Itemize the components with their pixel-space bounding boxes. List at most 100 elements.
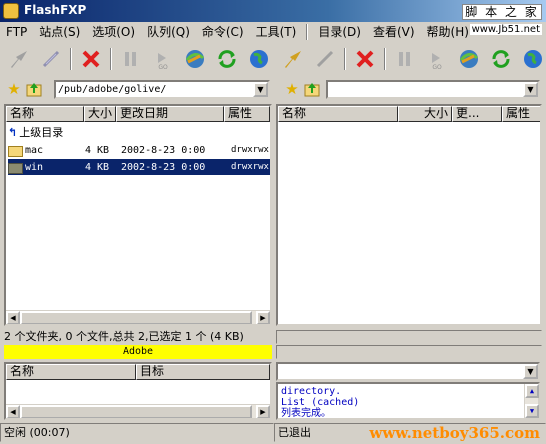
queue-col-name[interactable]: 名称 (6, 364, 136, 380)
col-size[interactable]: 大小 (84, 106, 116, 122)
menu-queue[interactable]: 队列(Q) (141, 23, 196, 41)
command-combo[interactable]: ▼ (276, 362, 540, 381)
left-summary: 2 个文件夹, 0 个文件,总共 2,已选定 1 个 (4 KB) (4, 330, 244, 343)
queue-header: 名称 目标 (6, 364, 270, 380)
parent-dir-row[interactable]: ↰ 上级目录 (8, 124, 63, 140)
disconnect-icon[interactable] (38, 46, 64, 72)
up-folder-icon[interactable] (24, 79, 44, 99)
abort-icon[interactable] (78, 46, 104, 72)
menu-view[interactable]: 查看(V) (367, 23, 421, 41)
file-attr: drwxrwxr (231, 145, 269, 155)
menu-ftp[interactable]: FTP (0, 23, 33, 41)
file-date: 2002-8-23 0:00 (121, 144, 206, 156)
col-name[interactable]: 名称 (6, 106, 84, 122)
col-date[interactable]: 更... (452, 106, 502, 122)
title-bar: FlashFXP 脚 本 之 家 (0, 0, 546, 22)
window-title: FlashFXP (24, 3, 87, 17)
file-name: win (25, 161, 44, 173)
menu-tools[interactable]: 工具(T) (250, 23, 303, 41)
pause-icon[interactable] (392, 46, 418, 72)
queue-col-target[interactable]: 目标 (136, 364, 270, 380)
svg-text:GO: GO (432, 64, 442, 70)
toolbar-separator (344, 48, 346, 70)
file-attr: drwxrwxr (231, 162, 269, 172)
right-summary (276, 330, 542, 344)
toolbar-separator (70, 48, 72, 70)
scroll-left-icon[interactable]: ◀ (6, 311, 20, 324)
queue-hscrollbar[interactable]: ◀ ▶ (6, 404, 270, 418)
file-row[interactable]: mac 4 KB 2002-8-23 0:00 drwxrwxr (8, 142, 270, 158)
right-site-label (276, 345, 542, 359)
connect-icon[interactable] (6, 46, 32, 72)
col-date[interactable]: 更改日期 (116, 106, 224, 122)
col-size[interactable]: 大小 (398, 106, 452, 122)
toolbar-left: GO (0, 44, 272, 74)
scroll-thumb[interactable] (20, 311, 252, 324)
up-folder-icon[interactable] (302, 79, 322, 99)
scroll-left-icon[interactable]: ◀ (6, 405, 20, 418)
star-icon[interactable]: ★ (282, 79, 302, 99)
log-vscrollbar[interactable]: ▲ ▼ (524, 384, 539, 418)
right-list-header: 名称 大小 更... 属性 (278, 106, 540, 122)
log-panel: directory. List (cached) 列表完成。 ▲ ▼ (276, 382, 540, 420)
transfer-icon[interactable] (456, 46, 482, 72)
scroll-down-icon[interactable]: ▼ (525, 404, 539, 418)
queue-list[interactable]: 名称 目标 ◀ ▶ (4, 362, 272, 420)
left-hscrollbar[interactable]: ◀ ▶ (6, 310, 270, 324)
folder-icon (8, 162, 23, 174)
disconnect-icon[interactable] (312, 46, 338, 72)
file-name: mac (25, 144, 44, 156)
go-icon[interactable]: GO (150, 46, 176, 72)
status-left: 空闲 (00:07) (0, 423, 274, 442)
watermark-url: www.Jb51.net (469, 24, 542, 35)
transfer-icon[interactable] (182, 46, 208, 72)
chevron-down-icon[interactable]: ▼ (523, 82, 538, 97)
app-icon (3, 3, 19, 19)
watermark-bottom: www.netboy365.com (369, 424, 540, 442)
parent-dir-label: 上级目录 (19, 126, 64, 139)
abort-icon[interactable] (352, 46, 378, 72)
right-path-bar: ★ (282, 78, 322, 100)
menu-options[interactable]: 选项(O) (86, 23, 141, 41)
log-line: List (cached) (281, 397, 360, 408)
flashfxp-window: FlashFXP 脚 本 之 家 FTP 站点(S) 选项(O) 队列(Q) 命… (0, 0, 546, 444)
file-date: 2002-8-23 0:00 (121, 161, 206, 173)
right-path-combo[interactable]: ▼ (326, 80, 540, 99)
scroll-up-icon[interactable]: ▲ (525, 384, 539, 398)
toolbar-separator (110, 48, 112, 70)
watermark-top: 脚 本 之 家 (462, 4, 542, 20)
col-attr[interactable]: 属性 (224, 106, 270, 122)
up-arrow-icon: ↰ (8, 125, 18, 139)
log-line: directory. (281, 386, 342, 397)
globe-icon[interactable] (520, 46, 546, 72)
col-name[interactable]: 名称 (278, 106, 398, 122)
left-path-combo[interactable]: /pub/adobe/golive/ ▼ (54, 80, 270, 99)
chevron-down-icon[interactable]: ▼ (253, 82, 268, 97)
go-icon[interactable]: GO (424, 46, 450, 72)
file-size: 4 KB (85, 161, 110, 173)
globe-icon[interactable] (246, 46, 272, 72)
chevron-down-icon[interactable]: ▼ (523, 364, 538, 379)
menu-commands[interactable]: 命令(C) (196, 23, 250, 41)
menu-separator (306, 24, 309, 40)
toolbar-separator (384, 48, 386, 70)
right-file-list[interactable]: 名称 大小 更... 属性 (276, 104, 542, 326)
menu-site[interactable]: 站点(S) (33, 23, 86, 41)
menu-help[interactable]: 帮助(H) (421, 23, 475, 41)
refresh-icon[interactable] (214, 46, 240, 72)
pause-icon[interactable] (118, 46, 144, 72)
scroll-right-icon[interactable]: ▶ (256, 311, 270, 324)
toolbar-right: GO (274, 44, 546, 74)
svg-text:GO: GO (158, 64, 168, 70)
menu-directory[interactable]: 目录(D) (312, 23, 367, 41)
scroll-right-icon[interactable]: ▶ (256, 405, 270, 418)
star-icon[interactable]: ★ (4, 79, 24, 99)
refresh-icon[interactable] (488, 46, 514, 72)
file-row-selected[interactable]: win 4 KB 2002-8-23 0:00 drwxrwxr (8, 159, 270, 175)
scroll-thumb[interactable] (20, 405, 252, 418)
log-line: 列表完成。 (281, 408, 331, 419)
left-site-label: Adobe (4, 345, 272, 359)
col-attr[interactable]: 属性 (502, 106, 540, 122)
connect-icon[interactable] (280, 46, 306, 72)
left-file-list[interactable]: 名称 大小 更改日期 属性 ↰ 上级目录 mac 4 KB 2002-8-23 … (4, 104, 272, 326)
